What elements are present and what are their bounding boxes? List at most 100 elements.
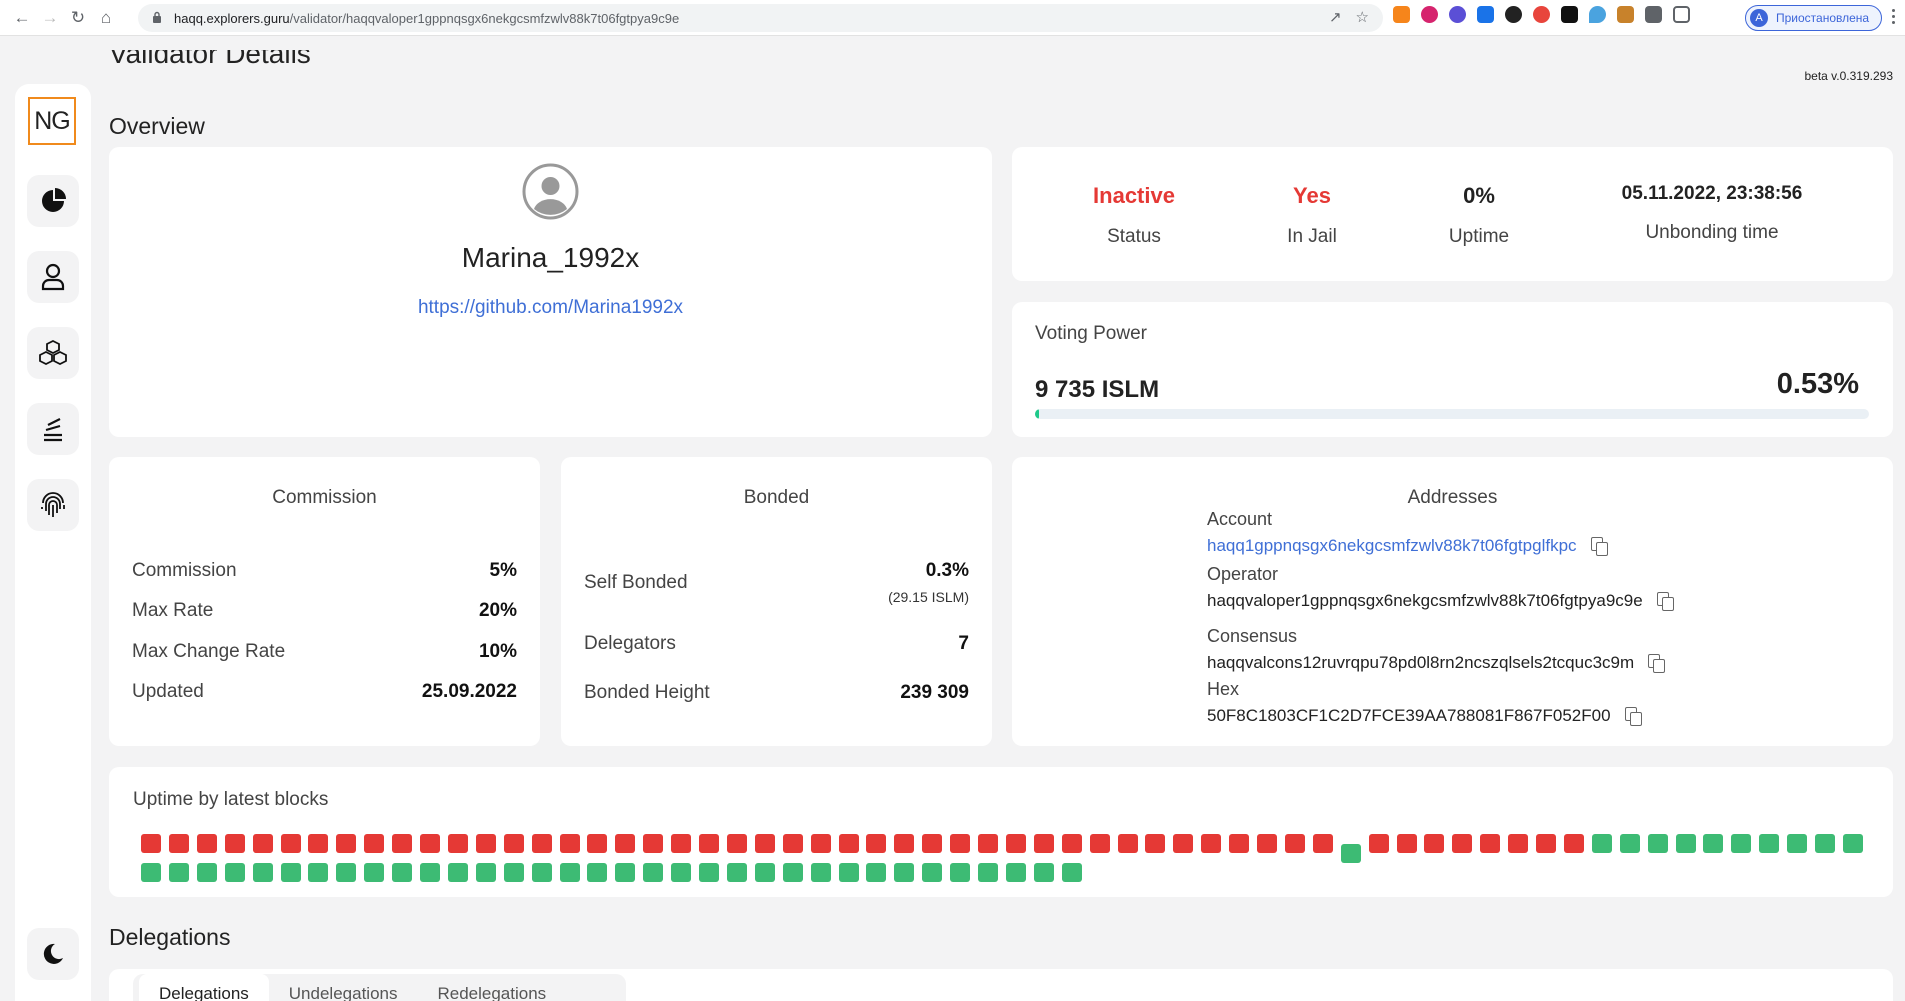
uptime-block-signed[interactable] (559, 863, 580, 882)
uptime-block-signed[interactable] (1759, 834, 1780, 853)
uptime-block-missed[interactable] (1424, 834, 1445, 853)
uptime-block-missed[interactable] (1061, 834, 1082, 853)
extension-icon[interactable] (1617, 6, 1634, 23)
uptime-block-signed[interactable] (615, 863, 636, 882)
address-bar[interactable]: haqq.explorers.guru/validator/haqqvalope… (138, 4, 1383, 32)
uptime-block-signed[interactable] (503, 863, 524, 882)
logo[interactable]: NG (28, 97, 76, 145)
uptime-block-missed[interactable] (503, 834, 524, 853)
uptime-block-missed[interactable] (782, 834, 803, 853)
tab-delegations[interactable]: Delegations (139, 974, 269, 1001)
uptime-block-missed[interactable] (308, 834, 329, 853)
extension-icon[interactable] (1589, 6, 1606, 23)
uptime-block-signed[interactable] (1675, 834, 1696, 853)
uptime-block-signed[interactable] (168, 863, 189, 882)
uptime-block-signed[interactable] (1061, 863, 1082, 882)
uptime-block-signed[interactable] (1647, 834, 1668, 853)
home-icon[interactable]: ⌂ (92, 4, 120, 32)
uptime-block-missed[interactable] (420, 834, 440, 853)
uptime-block-signed[interactable] (1787, 834, 1808, 853)
uptime-block-missed[interactable] (168, 834, 189, 853)
fingerprint-icon[interactable] (27, 479, 79, 531)
extension-icon[interactable] (1421, 6, 1438, 23)
uptime-block-missed[interactable] (336, 834, 357, 853)
uptime-block-missed[interactable] (1508, 834, 1529, 853)
extension-icon[interactable] (1477, 6, 1494, 23)
uptime-block-signed[interactable] (252, 863, 273, 882)
uptime-block-signed[interactable] (280, 863, 301, 882)
uptime-block-signed[interactable] (922, 863, 943, 882)
uptime-block-missed[interactable] (726, 834, 747, 853)
uptime-block-missed[interactable] (643, 834, 664, 853)
uptime-block-missed[interactable] (559, 834, 580, 853)
uptime-block-missed[interactable] (1396, 834, 1417, 853)
tab-redelegations[interactable]: Redelegations (417, 974, 566, 1001)
uptime-block-signed[interactable] (392, 863, 413, 882)
pie-chart-icon[interactable] (27, 175, 79, 227)
uptime-block-missed[interactable] (1089, 834, 1110, 853)
tab-undelegations[interactable]: Undelegations (269, 974, 418, 1001)
uptime-block-missed[interactable] (754, 834, 775, 853)
uptime-block-signed[interactable] (364, 863, 385, 882)
uptime-block-missed[interactable] (671, 834, 692, 853)
uptime-block-missed[interactable] (531, 834, 552, 853)
uptime-block-missed[interactable] (1005, 834, 1026, 853)
uptime-block-missed[interactable] (1201, 834, 1222, 853)
uptime-block-signed[interactable] (587, 863, 608, 882)
uptime-block-missed[interactable] (447, 834, 468, 853)
uptime-block-signed[interactable] (420, 863, 440, 882)
extension-icon[interactable] (1449, 6, 1466, 23)
uptime-block-missed[interactable] (280, 834, 301, 853)
uptime-block-signed[interactable] (475, 863, 496, 882)
reload-icon[interactable]: ↻ (64, 4, 92, 32)
uptime-block-signed[interactable] (699, 863, 719, 882)
uptime-block-signed[interactable] (1842, 834, 1863, 853)
uptime-block-missed[interactable] (615, 834, 636, 853)
uptime-block-signed[interactable] (1703, 834, 1724, 853)
uptime-block-missed[interactable] (1229, 834, 1250, 853)
uptime-block-signed[interactable] (671, 863, 692, 882)
metamask-extension-icon[interactable] (1393, 6, 1410, 23)
uptime-block-missed[interactable] (252, 834, 273, 853)
account-value[interactable]: haqq1gppnqsgx6nekgcsmfzwlv88k7t06fgtpglf… (1207, 536, 1608, 556)
moon-icon[interactable] (27, 928, 79, 980)
uptime-block-missed[interactable] (196, 834, 217, 853)
copy-icon[interactable] (1648, 654, 1666, 673)
uptime-block-signed[interactable] (838, 863, 859, 882)
profile-button[interactable]: A Приостановлена (1745, 5, 1883, 31)
uptime-block-signed[interactable] (894, 863, 915, 882)
uptime-block-signed[interactable] (754, 863, 775, 882)
browser-menu-icon[interactable] (1892, 9, 1895, 24)
uptime-block-signed[interactable] (810, 863, 831, 882)
uptime-block-missed[interactable] (894, 834, 915, 853)
copy-icon[interactable] (1590, 537, 1608, 556)
uptime-block-missed[interactable] (866, 834, 887, 853)
uptime-block-signed[interactable] (308, 863, 329, 882)
forward-icon[interactable]: → (36, 4, 64, 32)
uptime-block-missed[interactable] (1452, 834, 1473, 853)
uptime-block-missed[interactable] (1033, 834, 1054, 853)
uptime-block-signed[interactable] (224, 863, 245, 882)
uptime-block-missed[interactable] (950, 834, 971, 853)
uptime-block-missed[interactable] (1536, 834, 1556, 853)
uptime-block-missed[interactable] (1173, 834, 1194, 853)
uptime-block-missed[interactable] (141, 834, 161, 853)
uptime-block-missed[interactable] (699, 834, 719, 853)
uptime-block-signed[interactable] (782, 863, 803, 882)
copy-icon[interactable] (1624, 707, 1642, 726)
uptime-block-signed[interactable] (336, 863, 357, 882)
uptime-block-missed[interactable] (838, 834, 859, 853)
uptime-block-signed[interactable] (1005, 863, 1026, 882)
extension-icon[interactable] (1505, 6, 1522, 23)
uptime-block-signed[interactable] (1731, 834, 1752, 853)
uptime-block-missed[interactable] (978, 834, 998, 853)
back-icon[interactable]: ← (8, 4, 36, 32)
uptime-block-missed[interactable] (364, 834, 385, 853)
uptime-block-missed[interactable] (1257, 834, 1277, 853)
uptime-block-missed[interactable] (1312, 834, 1333, 853)
uptime-block-signed[interactable] (643, 863, 664, 882)
uptime-block-missed[interactable] (1368, 834, 1389, 853)
uptime-block-signed[interactable] (531, 863, 552, 882)
uptime-block-missed[interactable] (922, 834, 943, 853)
puzzle-icon[interactable] (1645, 6, 1662, 23)
